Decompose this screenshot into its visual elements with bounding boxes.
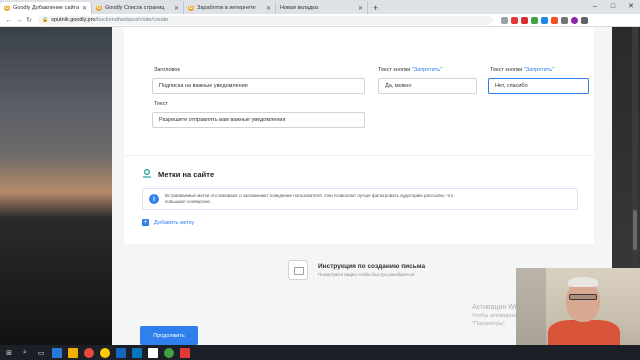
tab-close-icon[interactable]: ✕ [174,5,179,12]
window-controls: – □ ✕ [586,0,640,12]
task-view-icon[interactable]: ▭ [36,348,46,358]
minimize-icon[interactable]: – [586,0,604,12]
location-pin-icon [143,168,151,178]
address-bar[interactable]: 🔒 sputnik.goodly.pro /backend/webpush/si… [38,15,493,25]
recorder-icon[interactable] [180,347,190,358]
chrome-icon[interactable] [164,347,174,358]
tab-label: Goodly Список страниц [105,5,165,11]
edge-icon[interactable] [52,347,62,358]
menu-icon[interactable] [581,16,588,24]
extension-icon[interactable] [531,16,538,24]
heading-label: Заголовок [154,67,180,73]
opera-icon[interactable] [84,347,94,358]
settings-card: Заголовок Подписка на важные уведомления… [124,27,594,244]
extension-icon[interactable] [521,16,528,24]
lock-icon: 🔒 [42,17,49,23]
close-window-icon[interactable]: ✕ [622,0,640,12]
windows-taskbar: ⊞ ⌕ ▭ [0,345,640,360]
file-explorer-icon[interactable] [68,347,78,358]
star-icon[interactable] [501,16,508,24]
continue-button[interactable]: Продолжить [140,326,198,345]
scrollbar-thumb[interactable] [633,210,637,250]
deny-button-input[interactable]: Нет, спасибо [488,78,589,94]
app-icon[interactable] [116,347,126,358]
deny-button-label-text: Текст кнопки [490,67,524,73]
extension-icon[interactable] [561,16,568,24]
add-tag-label: Добавить метку [154,219,195,226]
search-icon[interactable]: ⌕ [20,348,30,358]
tags-info-text: Встраиваемые метки отслеживают и запомин… [165,193,454,204]
tab-page-list[interactable]: G Goodly Список страниц ✕ [92,2,184,14]
tags-info-box: i Встраиваемые метки отслеживают и запом… [142,188,578,210]
instruction-subtitle: Посмотрите видео чтобы быстро разобратьс… [318,272,415,277]
tab-close-icon[interactable]: ✕ [82,5,87,12]
tab-label: Заработок в интернете [197,5,256,11]
tab-add-site[interactable]: G Goodly Добавление сайта pushm ✕ [0,2,92,14]
tab-close-icon[interactable]: ✕ [358,5,363,12]
text-label: Текст [154,101,168,107]
plus-icon: + [142,219,149,226]
new-tab-button[interactable]: + [368,2,383,14]
extension-icons [501,16,588,24]
windows-start-icon[interactable]: ⊞ [4,348,14,358]
extension-icon[interactable] [541,16,548,24]
tab-close-icon[interactable]: ✕ [266,5,271,12]
text-input[interactable]: Разрешите отправлять вам важные уведомле… [152,112,365,128]
allow-button-label-highlight: "Запретить" [411,67,443,73]
presenter-glasses [569,294,597,300]
video-icon [288,260,308,280]
instruction-text: Инструкция по созданию письма Посмотрите… [318,263,425,277]
windows-activation-text-2: "Параметры". [472,321,507,327]
yandex-icon[interactable] [100,347,110,358]
heading-input[interactable]: Подписка на важные уведомления [152,78,365,94]
info-icon: i [149,194,159,204]
allow-button-label-text: Текст кнопки [378,67,412,73]
maximize-icon[interactable]: □ [604,0,622,12]
tab-label: Новая вкладка [280,5,318,11]
allow-button-label: Текст кнопки "Запретить" [378,67,442,73]
reload-icon[interactable]: ↻ [24,16,34,24]
allow-button-input[interactable]: Да, можно [378,78,477,94]
webcam-overlay [516,268,640,355]
browser-toolbar: ← → ↻ 🔒 sputnik.goodly.pro /backend/webp… [0,14,640,27]
goodly-favicon-icon: G [96,5,102,11]
add-tag-button[interactable]: + Добавить метку [142,219,194,226]
desktop-background-left [0,27,112,345]
url-path: /backend/webpush/site/create [95,17,169,23]
tab-strip: G Goodly Добавление сайта pushm ✕ G Good… [0,0,640,14]
webcam-background [516,268,546,355]
goodly-favicon-icon: G [4,5,10,11]
extension-icon[interactable] [551,16,558,24]
profile-avatar-icon[interactable] [571,16,578,24]
deny-button-label-highlight: "Запретить" [523,67,555,73]
section-divider [124,155,594,156]
tab-label: Goodly Добавление сайта pushm [13,5,80,11]
forward-icon[interactable]: → [14,17,24,24]
tab-new[interactable]: Новая вкладка ✕ [276,2,368,14]
goodly-favicon-icon: G [188,5,194,11]
presenter-hair [568,277,598,287]
extension-icon[interactable] [511,16,518,24]
instruction-link[interactable]: Инструкция по созданию письма Посмотрите… [288,260,425,280]
instruction-title: Инструкция по созданию письма [318,263,426,270]
tags-section-title: Метки на сайте [158,170,215,179]
url-host: sputnik.goodly.pro [51,17,96,23]
deny-button-label: Текст кнопки "Запретить" [490,67,554,73]
app-icon[interactable] [132,347,142,358]
app-icon[interactable] [148,347,158,358]
tab-earnings[interactable]: G Заработок в интернете ✕ [184,2,276,14]
back-icon[interactable]: ← [4,17,14,24]
